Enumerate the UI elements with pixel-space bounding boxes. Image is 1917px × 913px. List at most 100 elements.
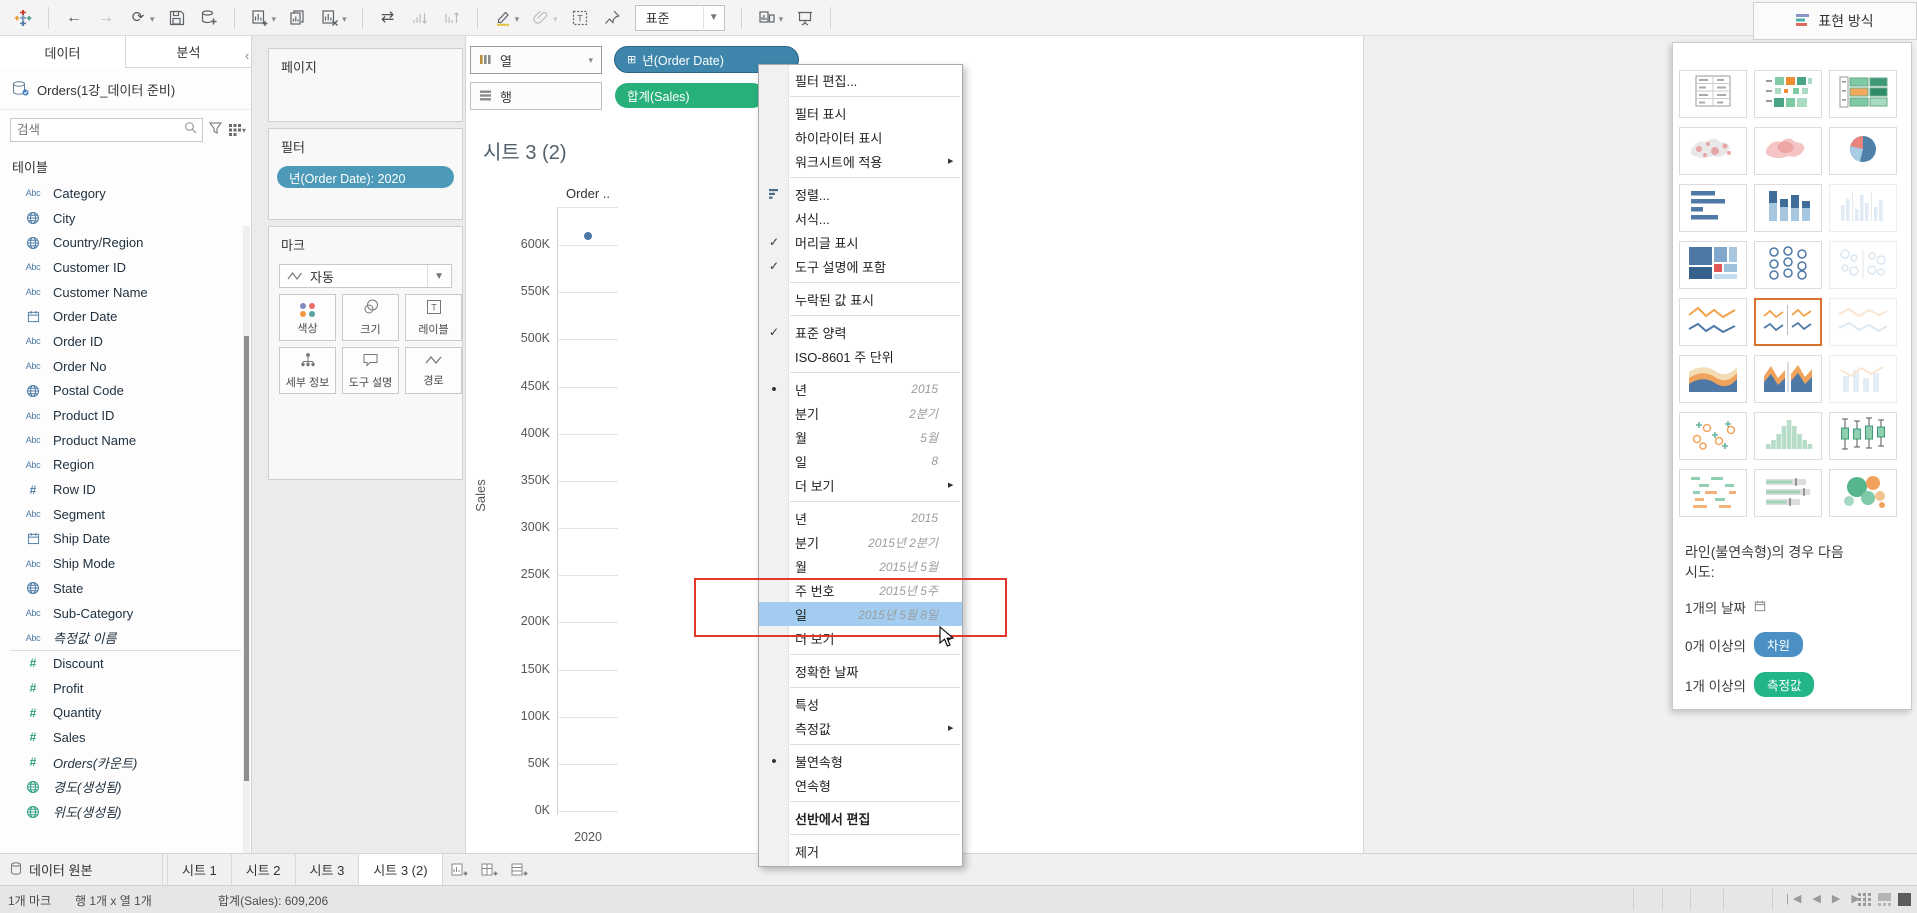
showme-thumbnail[interactable]: [1754, 184, 1822, 232]
showme-thumbnail[interactable]: [1829, 412, 1897, 460]
data-point[interactable]: [584, 232, 592, 241]
new-story-button[interactable]: [507, 854, 533, 885]
toolbar-button[interactable]: [490, 6, 523, 30]
columns-shelf[interactable]: 열 ▾: [470, 46, 602, 74]
field-row[interactable]: Ship Date: [0, 527, 251, 552]
sheet-tab[interactable]: 시트 3: [294, 854, 360, 885]
menu-item[interactable]: ISO-8601 주 단위: [759, 344, 962, 368]
menu-item[interactable]: 필터 표시: [759, 101, 962, 125]
showme-thumbnail[interactable]: [1754, 412, 1822, 460]
showme-thumbnail[interactable]: [1679, 241, 1747, 289]
filter-pill[interactable]: 년(Order Date): 2020: [277, 166, 454, 188]
show-me-button[interactable]: 표현 방식: [1753, 2, 1917, 40]
mark-button[interactable]: T 레이블: [405, 294, 462, 341]
sheet-tab[interactable]: 시트 1: [167, 854, 232, 885]
menu-item[interactable]: ✓ 머리글 표시: [759, 230, 962, 254]
showme-thumbnail[interactable]: [1829, 355, 1897, 403]
menu-item[interactable]: ✓ 표준 양력: [759, 320, 962, 344]
field-row[interactable]: Abc Category: [0, 181, 251, 206]
datasource-row[interactable]: Orders(1강_데이터 준비): [0, 68, 251, 110]
showme-thumbnail[interactable]: [1754, 127, 1822, 175]
showme-thumbnail[interactable]: [1754, 298, 1822, 346]
field-row[interactable]: Abc Segment: [0, 502, 251, 527]
menu-item[interactable]: 더 보기 ▶: [759, 473, 962, 497]
chevron-down-icon[interactable]: ▾: [588, 55, 593, 66]
rows-pill-sales[interactable]: 합계(Sales): [615, 83, 765, 108]
menu-item[interactable]: 워크시트에 적용 ▶: [759, 149, 962, 173]
menu-item[interactable]: 측정값 ▶: [759, 716, 962, 740]
field-row[interactable]: # Quantity: [0, 700, 251, 725]
toolbar-button[interactable]: [196, 6, 222, 30]
menu-item[interactable]: 년 2015: [759, 506, 962, 530]
sidebar-tab[interactable]: 분석: [125, 36, 251, 68]
search-input[interactable]: [11, 123, 184, 137]
toolbar-button[interactable]: [285, 6, 311, 30]
field-row[interactable]: Abc Customer ID: [0, 255, 251, 280]
showme-thumbnail[interactable]: [1829, 298, 1897, 346]
menu-item[interactable]: • 불연속형: [759, 749, 962, 773]
toolbar-button[interactable]: [407, 6, 433, 30]
field-row[interactable]: Abc Sub-Category: [0, 601, 251, 626]
menu-item[interactable]: 누락된 값 표시: [759, 287, 962, 311]
menu-item[interactable]: 서식...: [759, 206, 962, 230]
collapse-pane-icon[interactable]: ‹: [245, 48, 249, 63]
view-options-icon[interactable]: ▾: [228, 123, 246, 137]
menu-item[interactable]: 월 5월: [759, 425, 962, 449]
field-row[interactable]: City: [0, 206, 251, 231]
toolbar-button[interactable]: T: [567, 6, 593, 30]
field-row[interactable]: Country/Region: [0, 230, 251, 255]
menu-item[interactable]: 하이라이터 표시: [759, 125, 962, 149]
field-row[interactable]: Abc Product Name: [0, 428, 251, 453]
grid-view-icon[interactable]: [1858, 893, 1871, 909]
chevron-down-icon[interactable]: ▼: [702, 6, 724, 29]
showme-thumbnail[interactable]: [1829, 241, 1897, 289]
pages-card[interactable]: 페이지: [268, 48, 463, 122]
field-row[interactable]: Abc Order ID: [0, 329, 251, 354]
field-row[interactable]: # Sales: [0, 725, 251, 750]
datasource-tab[interactable]: 데이터 원본: [0, 854, 163, 885]
toolbar-button[interactable]: [10, 6, 36, 30]
showme-thumbnail[interactable]: [1754, 355, 1822, 403]
showme-thumbnail[interactable]: [1829, 127, 1897, 175]
mark-button[interactable]: 세부 정보: [279, 347, 336, 394]
showme-thumbnail[interactable]: [1829, 184, 1897, 232]
menu-item[interactable]: 일 8: [759, 449, 962, 473]
sheet-tab[interactable]: 시트 2: [230, 854, 296, 885]
showme-thumbnail[interactable]: [1754, 469, 1822, 517]
field-row[interactable]: # Row ID: [0, 477, 251, 502]
toolbar-button[interactable]: [599, 6, 625, 30]
sidebar-tab[interactable]: 데이터: [0, 36, 125, 68]
toolbar-button[interactable]: [439, 6, 465, 30]
menu-item[interactable]: 연속형: [759, 773, 962, 797]
showme-thumbnail[interactable]: [1679, 127, 1747, 175]
field-row[interactable]: Abc Product ID: [0, 403, 251, 428]
menu-item[interactable]: 필터 편집...: [759, 68, 962, 92]
scrollbar-thumb[interactable]: [244, 336, 249, 781]
mark-type-dropdown[interactable]: 자동 ▼: [279, 264, 452, 288]
menu-item[interactable]: 분기 2분기: [759, 401, 962, 425]
menu-item[interactable]: 월 2015년 5월: [759, 554, 962, 578]
showme-thumbnail[interactable]: [1679, 412, 1747, 460]
field-row[interactable]: 경도(생성됨): [0, 775, 251, 800]
filter-funnel-icon[interactable]: [208, 121, 223, 140]
showme-thumbnail[interactable]: [1754, 70, 1822, 118]
mark-button[interactable]: 도구 설명: [342, 347, 399, 394]
field-row[interactable]: # Discount: [0, 651, 251, 676]
filmstrip-view-icon[interactable]: [1878, 893, 1893, 909]
showme-thumbnail[interactable]: [1754, 241, 1822, 289]
showme-thumbnail[interactable]: [1679, 469, 1747, 517]
showme-thumbnail[interactable]: [1679, 298, 1747, 346]
menu-item[interactable]: 특성: [759, 692, 962, 716]
menu-item[interactable]: 제거: [759, 839, 962, 863]
showme-thumbnail[interactable]: [1679, 184, 1747, 232]
toolbar-button[interactable]: [164, 6, 190, 30]
field-row[interactable]: State: [0, 576, 251, 601]
field-row[interactable]: Order Date: [0, 304, 251, 329]
toolbar-button[interactable]: [247, 6, 280, 30]
rows-shelf[interactable]: 행: [470, 82, 602, 110]
showme-thumbnail[interactable]: [1679, 70, 1747, 118]
field-row[interactable]: Abc Region: [0, 453, 251, 478]
toolbar-button[interactable]: ⟳: [125, 6, 158, 30]
fit-selector[interactable]: 표준 ▼: [634, 4, 725, 31]
mark-button[interactable]: 크기: [342, 294, 399, 341]
